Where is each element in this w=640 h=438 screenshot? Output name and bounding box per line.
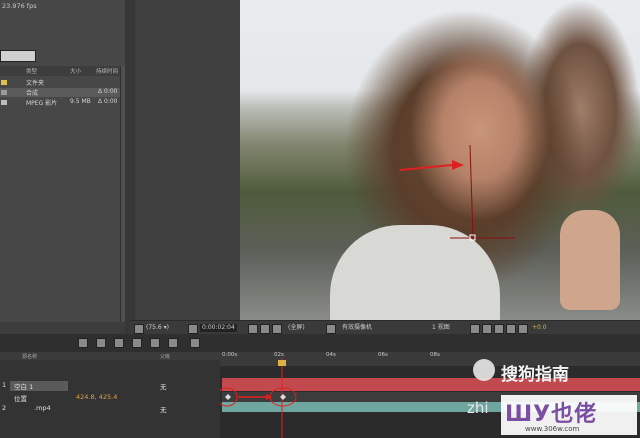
- timeline-icon[interactable]: [494, 324, 504, 334]
- safe-margins-button[interactable]: [188, 324, 198, 334]
- camera-select[interactable]: 有效摄像机: [342, 324, 372, 332]
- item-size: 9.5 MB: [70, 98, 91, 105]
- timeline-column-header: 源名称 父级: [0, 352, 220, 360]
- label-swatch: [1, 100, 7, 105]
- column-duration[interactable]: 持续时间: [96, 67, 118, 75]
- column-type[interactable]: 类型: [26, 67, 37, 75]
- column-size[interactable]: 大小: [70, 67, 81, 75]
- watermark: 搜狗指南 zhi ШУ也佬 www.306w.com: [465, 355, 640, 438]
- item-duration: Δ 0:00: [98, 98, 118, 105]
- resolution-select[interactable]: (全屏): [288, 324, 305, 332]
- hide-shy-layers-icon[interactable]: [114, 338, 124, 348]
- flowchart-icon[interactable]: [506, 324, 516, 334]
- project-item-footage[interactable]: MPEG 影片 9.5 MB Δ 0:00: [0, 98, 120, 107]
- project-column-header: 类型 大小 持续时间: [0, 66, 120, 76]
- keyframe-diamond[interactable]: [280, 394, 286, 400]
- draft-3d-icon[interactable]: [96, 338, 106, 348]
- property-row-position[interactable]: 位置 424.8, 425.4: [0, 392, 220, 403]
- parent-header[interactable]: 父级: [160, 353, 170, 360]
- project-panel: 23.976 fps 类型 大小 持续时间 文件夹 合成 Δ 0:00 MPEG…: [0, 0, 126, 322]
- layer-name[interactable]: 空白 1: [10, 381, 68, 391]
- keyframe-diamond[interactable]: [225, 394, 231, 400]
- project-item-comp[interactable]: 合成 Δ 0:00: [0, 88, 120, 97]
- motion-blur-icon[interactable]: [150, 338, 160, 348]
- layer-row-null[interactable]: 1 空白 1 无: [0, 380, 220, 391]
- layer-name[interactable]: .mp4: [34, 404, 51, 412]
- current-time-display[interactable]: 0:00:02:04: [200, 324, 237, 332]
- watermark-brand: 搜狗指南: [501, 365, 569, 385]
- project-search-input[interactable]: [0, 50, 36, 62]
- property-name: 位置: [14, 395, 27, 403]
- item-name: 文件夹: [26, 80, 45, 87]
- toggle-pixel-icon[interactable]: [470, 324, 480, 334]
- graph-editor-icon[interactable]: [168, 338, 178, 348]
- playhead-handle[interactable]: [278, 360, 286, 366]
- red-arrow-head: [266, 394, 272, 400]
- item-name: 合成: [26, 90, 39, 97]
- sogou-logo-icon: [473, 359, 495, 381]
- motion-path: [469, 144, 474, 239]
- panel-divider[interactable]: [125, 0, 135, 334]
- watermark-url: www.306w.com: [525, 425, 580, 433]
- layer-number: 2: [2, 404, 7, 412]
- parent-select[interactable]: 无: [160, 404, 167, 414]
- always-preview-button[interactable]: [134, 324, 144, 334]
- fast-preview-icon[interactable]: [482, 324, 492, 334]
- motion-path-overlay: [399, 144, 515, 241]
- watermark-site: zhi: [467, 399, 489, 417]
- exposure-reset-icon[interactable]: [518, 324, 528, 334]
- timeline-header: [0, 334, 640, 353]
- red-arrow-head: [452, 160, 464, 170]
- composition-panel-background: [135, 0, 240, 322]
- source-name-header[interactable]: 源名称: [22, 353, 37, 360]
- channel-icon[interactable]: [260, 324, 270, 334]
- item-name: MPEG 影片: [26, 100, 58, 107]
- project-info: 23.976 fps: [2, 2, 37, 10]
- viewer-toolbar: (75.6 ▾) 0:00:02:04 (全屏) 有效摄像机 1 视图 +0.0: [130, 320, 640, 335]
- label-swatch: [1, 90, 7, 95]
- project-bottom-bar: [0, 322, 125, 334]
- roi-icon[interactable]: [326, 324, 336, 334]
- zoom-select[interactable]: (75.6 ▾): [146, 324, 169, 332]
- exposure-value[interactable]: +0.0: [532, 324, 547, 332]
- color-icon[interactable]: [272, 324, 282, 334]
- property-value[interactable]: 424.8, 425.4: [76, 393, 117, 401]
- red-arrow-line: [399, 164, 453, 171]
- layer-row-footage[interactable]: 2 .mp4 无: [0, 403, 220, 414]
- watermark-logo-text: ШУ也佬: [505, 402, 598, 427]
- brainstorm-icon[interactable]: [190, 338, 200, 348]
- snapshot-icon[interactable]: [248, 324, 258, 334]
- label-swatch: [1, 80, 7, 85]
- project-item-folder[interactable]: 文件夹: [0, 78, 120, 87]
- views-select[interactable]: 1 视图: [432, 324, 450, 332]
- comp-mini-flowchart-icon[interactable]: [78, 338, 88, 348]
- frame-blending-icon[interactable]: [132, 338, 142, 348]
- layer-number: 1: [2, 381, 7, 389]
- parent-select[interactable]: 无: [160, 381, 167, 391]
- item-duration: Δ 0:00: [98, 88, 118, 95]
